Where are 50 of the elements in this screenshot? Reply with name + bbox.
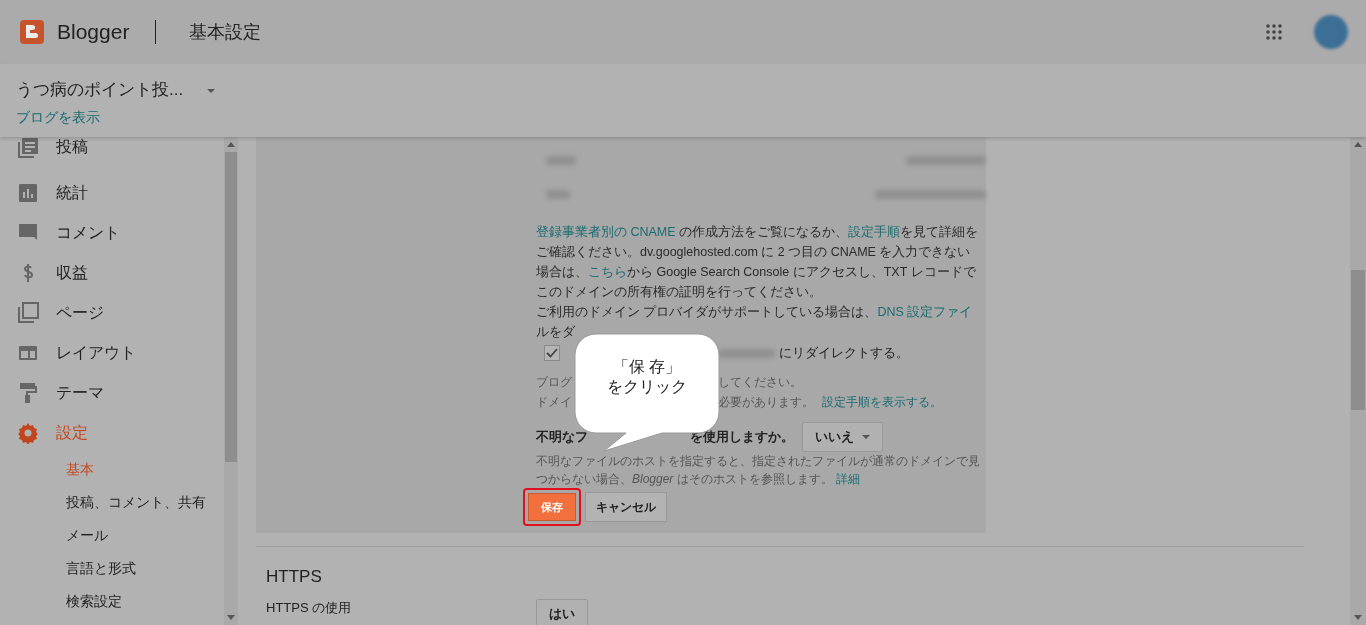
redirect-checkbox[interactable] — [544, 345, 560, 361]
nav-item[interactable]: ページ — [0, 293, 224, 333]
subnav-item[interactable]: 投稿、コメント、共有 — [0, 486, 224, 519]
apps-grid-icon[interactable] — [1266, 24, 1282, 40]
nav-item[interactable]: 投稿 — [0, 137, 224, 173]
note-text: してください。 — [718, 374, 802, 391]
blurred-text — [546, 189, 571, 199]
nav-item[interactable]: テーマ — [0, 373, 224, 413]
caret-icon[interactable] — [207, 88, 216, 93]
caret-icon — [862, 435, 870, 439]
nav-item[interactable]: レイアウト — [0, 333, 224, 373]
scroll-down-icon[interactable] — [1354, 615, 1362, 620]
note-text: 必要があります。 — [718, 394, 814, 411]
posts-icon — [17, 137, 39, 159]
section-heading: HTTPS — [266, 567, 323, 587]
blog-selector[interactable]: うつ病のポイント投... — [16, 78, 184, 101]
pages-icon — [17, 302, 39, 324]
scrollbar[interactable] — [1350, 137, 1366, 625]
subnav-item[interactable]: メール — [0, 519, 224, 552]
subnav-item[interactable]: 検索設定 — [0, 585, 224, 618]
https-label: HTTPS の使用 — [266, 599, 353, 617]
fallback-select[interactable]: いいえ — [802, 422, 883, 452]
note-text: ブログ — [536, 375, 572, 389]
callout-text: 「保 存」 をクリック — [606, 357, 688, 397]
settings-icon — [17, 422, 39, 444]
logo-icon[interactable] — [20, 20, 44, 44]
nav-item[interactable]: 統計 — [0, 173, 224, 213]
nav-item[interactable]: 収益 — [0, 253, 224, 293]
scrollbar[interactable] — [224, 137, 238, 625]
blurred-text — [546, 155, 576, 165]
help-text: ルをダ — [536, 324, 576, 341]
nav-item[interactable]: コメント — [0, 213, 224, 253]
scroll-down-icon[interactable] — [227, 615, 235, 620]
page-title: 基本設定 — [189, 21, 262, 44]
https-select[interactable]: はい — [536, 599, 588, 625]
paint-roller-icon — [17, 382, 39, 404]
help-text: ご利用のドメイン プロバイダがサポートしている場合は、DNS 設定ファイ — [536, 304, 974, 321]
scroll-up-icon[interactable] — [227, 142, 235, 147]
blurred-text — [717, 348, 775, 358]
help-text: 登録事業者別の CNAME の作成方法をご覧になるか、設定手順を見て詳細をご確認ください。dv.googlehosted.com に 2 つ目の CNAME を入力できない場合は、こちらから Google Search Console にアクセスし、TXT レコードでこのドメインの所有権の証明を行ってください。 — [536, 224, 980, 301]
stats-icon — [17, 182, 39, 204]
description-text: 不明なファイルのホストを指定すると、指定されたファイルが通常のドメインで見つからない場合、Blogger はそのホストを参照します。 詳細 — [536, 453, 980, 488]
redirect-label: にリダイレクトする。 — [779, 345, 909, 362]
app-name: Blogger — [57, 20, 130, 44]
subnav-item[interactable]: 言語と形式 — [0, 552, 224, 585]
question-label: 不明なフ — [536, 429, 588, 444]
avatar[interactable] — [1314, 15, 1348, 49]
scroll-up-icon[interactable] — [1354, 142, 1362, 147]
note-text: ドメイ — [536, 395, 572, 409]
cancel-button[interactable]: キャンセル — [585, 492, 667, 522]
